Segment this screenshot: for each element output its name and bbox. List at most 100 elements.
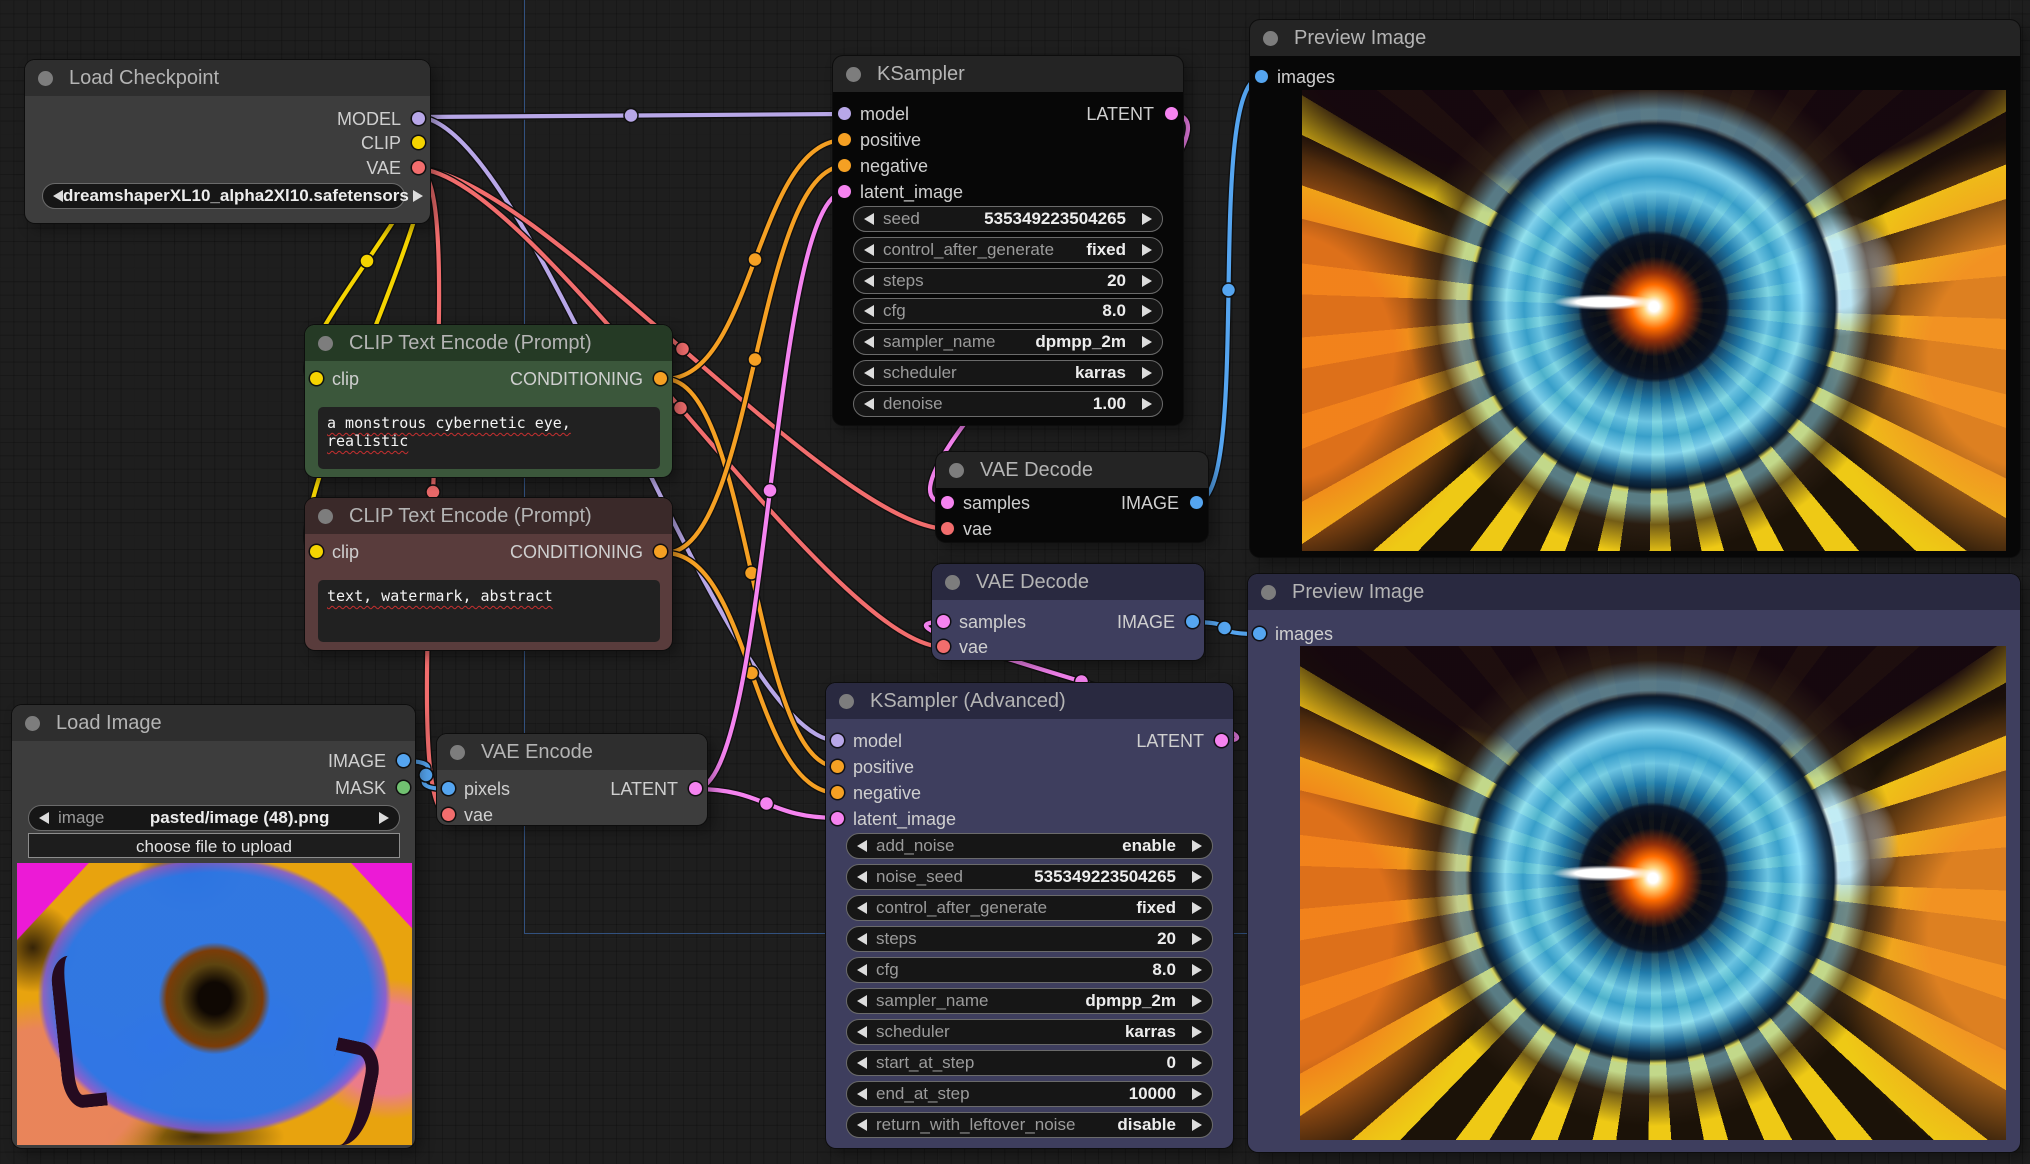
prompt-textarea[interactable]: text, watermark, abstract — [318, 580, 660, 642]
node-title-bar[interactable]: KSampler (Advanced) — [826, 683, 1233, 719]
model-input-port[interactable] — [831, 734, 844, 747]
vae-input-port[interactable] — [937, 640, 950, 653]
decrement-arrow-icon[interactable] — [857, 995, 867, 1007]
increment-arrow-icon[interactable] — [1142, 398, 1152, 410]
node-load-image[interactable]: Load Image IMAGE MASK image pasted/image… — [12, 705, 415, 1148]
decrement-arrow-icon[interactable] — [857, 1119, 867, 1131]
decrement-arrow-icon[interactable] — [857, 902, 867, 914]
node-title-bar[interactable]: VAE Decode — [932, 564, 1204, 600]
widget-sampler-name[interactable]: sampler_name dpmpp_2m — [853, 329, 1163, 355]
collapse-dot-icon[interactable] — [25, 716, 40, 731]
graph-canvas[interactable]: Load Checkpoint MODEL CLIP VAE dreamshap… — [0, 0, 2030, 1164]
decrement-arrow-icon[interactable] — [864, 336, 874, 348]
wire-midpoint-dot[interactable] — [1222, 283, 1236, 297]
vae-input-port[interactable] — [442, 808, 455, 821]
decrement-arrow-icon[interactable] — [857, 933, 867, 945]
latent-image-input-port[interactable] — [831, 812, 844, 825]
node-ksampler-advanced[interactable]: KSampler (Advanced) model positive negat… — [826, 683, 1233, 1148]
wire-midpoint-dot[interactable] — [624, 109, 638, 123]
next-arrow-icon[interactable] — [413, 190, 423, 202]
node-load-checkpoint[interactable]: Load Checkpoint MODEL CLIP VAE dreamshap… — [25, 60, 430, 223]
node-title-bar[interactable]: Preview Image — [1250, 20, 2020, 56]
choose-file-button[interactable]: choose file to upload — [28, 833, 400, 858]
vae-output-port[interactable] — [412, 161, 425, 174]
collapse-dot-icon[interactable] — [949, 463, 964, 478]
collapse-dot-icon[interactable] — [450, 745, 465, 760]
increment-arrow-icon[interactable] — [1142, 367, 1152, 379]
node-title-bar[interactable]: CLIP Text Encode (Prompt) — [305, 498, 672, 534]
widget-scheduler[interactable]: scheduler karras — [853, 360, 1163, 386]
node-title-bar[interactable]: KSampler — [833, 56, 1183, 92]
wire-midpoint-dot[interactable] — [360, 254, 374, 268]
increment-arrow-icon[interactable] — [1142, 275, 1152, 287]
decrement-arrow-icon[interactable] — [864, 367, 874, 379]
node-title-bar[interactable]: CLIP Text Encode (Prompt) — [305, 325, 672, 361]
increment-arrow-icon[interactable] — [1142, 336, 1152, 348]
prompt-textarea[interactable]: a monstrous cybernetic eye, realistic — [318, 407, 660, 469]
node-ksampler[interactable]: KSampler model positive negative latent_… — [833, 56, 1183, 425]
positive-input-port[interactable] — [838, 133, 851, 146]
decrement-arrow-icon[interactable] — [857, 1057, 867, 1069]
latent-image-input-port[interactable] — [838, 185, 851, 198]
clip-output-port[interactable] — [412, 136, 425, 149]
conditioning-output-port[interactable] — [654, 372, 667, 385]
node-vae-encode[interactable]: VAE Encode pixels vae LATENT — [437, 734, 707, 825]
wire-midpoint-dot[interactable] — [763, 484, 777, 498]
widget-add-noise[interactable]: add_noise enable — [846, 833, 1213, 859]
collapse-dot-icon[interactable] — [318, 509, 333, 524]
widget-scheduler[interactable]: scheduler karras — [846, 1019, 1213, 1045]
mask-output-port[interactable] — [397, 781, 410, 794]
pixels-input-port[interactable] — [442, 782, 455, 795]
widget-control-after-generate[interactable]: control_after_generate fixed — [846, 895, 1213, 921]
widget-noise-seed[interactable]: noise_seed 535349223504265 — [846, 864, 1213, 890]
negative-input-port[interactable] — [838, 159, 851, 172]
decrement-arrow-icon[interactable] — [857, 871, 867, 883]
widget-sampler-name[interactable]: sampler_name dpmpp_2m — [846, 988, 1213, 1014]
node-clip-text-encode-negative[interactable]: CLIP Text Encode (Prompt) clip CONDITION… — [305, 498, 672, 650]
increment-arrow-icon[interactable] — [1192, 1026, 1202, 1038]
widget-return-with-leftover-noise[interactable]: return_with_leftover_noise disable — [846, 1112, 1213, 1138]
widget-control-after-generate[interactable]: control_after_generate fixed — [853, 237, 1163, 263]
decrement-arrow-icon[interactable] — [864, 244, 874, 256]
increment-arrow-icon[interactable] — [1192, 933, 1202, 945]
collapse-dot-icon[interactable] — [38, 71, 53, 86]
vae-input-port[interactable] — [941, 522, 954, 535]
clip-input-port[interactable] — [310, 372, 323, 385]
prev-arrow-icon[interactable] — [39, 812, 49, 824]
node-title-bar[interactable]: Load Checkpoint — [25, 60, 430, 96]
collapse-dot-icon[interactable] — [318, 336, 333, 351]
increment-arrow-icon[interactable] — [1142, 305, 1152, 317]
images-input-port[interactable] — [1255, 70, 1268, 83]
wire-midpoint-dot[interactable] — [748, 253, 762, 267]
wire-midpoint-dot[interactable] — [676, 342, 690, 356]
node-preview-image-top[interactable]: Preview Image images — [1250, 20, 2020, 557]
next-arrow-icon[interactable] — [379, 812, 389, 824]
decrement-arrow-icon[interactable] — [857, 1026, 867, 1038]
wire-midpoint-dot[interactable] — [419, 768, 433, 782]
wire-midpoint-dot[interactable] — [674, 401, 688, 415]
samples-input-port[interactable] — [937, 615, 950, 628]
widget-seed[interactable]: seed 535349223504265 — [853, 206, 1163, 232]
wire-midpoint-dot[interactable] — [748, 353, 762, 367]
image-output-port[interactable] — [397, 754, 410, 767]
increment-arrow-icon[interactable] — [1192, 871, 1202, 883]
widget-ckpt-name[interactable]: dreamshaperXL10_alpha2Xl10.safetensors — [42, 183, 405, 209]
decrement-arrow-icon[interactable] — [857, 964, 867, 976]
latent-output-port[interactable] — [1215, 734, 1228, 747]
latent-output-port[interactable] — [1165, 107, 1178, 120]
widget-image-file[interactable]: image pasted/image (48).png — [28, 805, 400, 831]
latent-output-port[interactable] — [689, 782, 702, 795]
increment-arrow-icon[interactable] — [1192, 840, 1202, 852]
images-input-port[interactable] — [1253, 627, 1266, 640]
node-title-bar[interactable]: Preview Image — [1248, 574, 2020, 610]
prev-arrow-icon[interactable] — [53, 190, 63, 202]
increment-arrow-icon[interactable] — [1142, 213, 1152, 225]
model-input-port[interactable] — [838, 107, 851, 120]
conditioning-output-port[interactable] — [654, 545, 667, 558]
wire-midpoint-dot[interactable] — [1218, 621, 1232, 635]
decrement-arrow-icon[interactable] — [857, 840, 867, 852]
widget-end-at-step[interactable]: end_at_step 10000 — [846, 1081, 1213, 1107]
node-title-bar[interactable]: VAE Decode — [936, 452, 1208, 488]
samples-input-port[interactable] — [941, 496, 954, 509]
increment-arrow-icon[interactable] — [1192, 1057, 1202, 1069]
